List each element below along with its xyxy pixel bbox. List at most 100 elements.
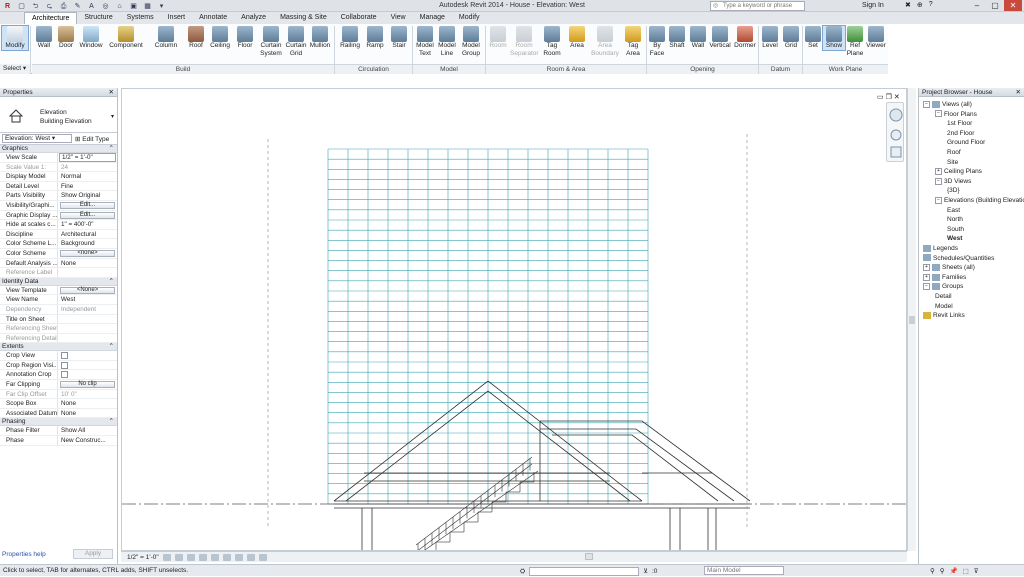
property-value[interactable] [58,361,117,370]
section-extents[interactable]: Extents ⌃ [0,343,117,352]
browser-node[interactable]: {3D} [947,186,960,195]
property-row[interactable]: Default Analysis ... None [0,258,117,269]
browser-node[interactable]: Site [947,158,958,167]
browser-node[interactable]: South [947,225,964,234]
property-value[interactable]: <None> [58,286,117,295]
browser-node[interactable]: + Families [923,273,966,282]
property-value[interactable]: New Construc... [58,436,117,445]
browser-node[interactable]: −3D Views [935,177,971,186]
expand-toggle-icon[interactable]: − [935,196,942,204]
vertical-scrollbar[interactable] [907,88,916,551]
browser-node[interactable]: 1st Floor [947,119,972,128]
show-crop-icon[interactable] [222,553,231,561]
properties-help-link[interactable]: Properties help [2,551,46,558]
property-value[interactable]: <none> [58,249,117,258]
visual-style-icon[interactable] [174,553,183,561]
shaft-button[interactable]: Shaft [667,26,687,50]
property-checkbox[interactable] [61,352,68,360]
property-row[interactable]: View Template <None> [0,285,117,296]
property-value[interactable]: Normal [58,172,117,181]
design-option-field[interactable]: Main Model [704,566,784,575]
section-phasing[interactable]: Phasing ⌃ [0,418,117,427]
level-button[interactable]: Level [760,26,780,50]
browser-node[interactable]: Ground Floor [947,138,985,147]
property-row[interactable]: Detail Level Fine [0,181,117,192]
select-pinned-icon[interactable]: 📌 [950,566,958,577]
analytical-model-icon[interactable] [258,553,267,561]
by-face-button[interactable]: By Face [648,26,666,58]
exchange-icon[interactable]: ✖ [905,1,911,9]
close-button[interactable]: ✕ [1004,0,1022,11]
tab-insert[interactable]: Insert [161,12,193,24]
expand-toggle-icon[interactable]: − [923,283,930,291]
property-row[interactable]: Phase New Construc... [0,436,117,446]
property-value[interactable]: Show Original [58,191,117,200]
tab-analyze[interactable]: Analyze [234,12,273,24]
model-line-button[interactable]: Model Line [436,26,458,58]
property-edit-button[interactable]: Edit... [60,201,115,209]
tab-modify[interactable]: Modify [452,12,487,24]
property-checkbox[interactable] [61,371,68,379]
property-value[interactable] [58,324,117,333]
browser-node[interactable]: Model [935,302,953,311]
property-row[interactable]: Hide at scales c... 1" = 400'-0" [0,220,117,230]
grid-button[interactable]: Grid [781,26,801,50]
close-icon[interactable]: ✕ [109,88,114,97]
property-value[interactable]: 10' 0" [58,390,117,399]
property-row[interactable]: Title on Sheet [0,314,117,325]
horizontal-scrollbar[interactable] [585,553,593,560]
workset-field[interactable] [529,567,640,576]
property-row[interactable]: Annotation Crop [0,370,117,381]
property-value[interactable] [58,268,117,277]
property-row[interactable]: Display Model Normal [0,172,117,182]
area-button[interactable]: Area [566,26,588,50]
property-checkbox[interactable] [61,361,68,369]
property-row[interactable]: Far Clip Offset 10' 0" [0,389,117,400]
section-graphics[interactable]: Graphics ⌃ [0,145,117,153]
column-button[interactable]: Column [152,26,180,50]
mullion-button[interactable]: Mullion [308,26,332,50]
property-row[interactable]: Scale Value 1: 24 [0,162,117,173]
property-row[interactable]: Crop View [0,351,117,361]
drawing-area[interactable] [121,88,907,551]
browser-node[interactable]: 2nd Floor [947,129,974,138]
property-edit-button[interactable]: No clip [60,381,115,389]
property-row[interactable]: View Name West [0,295,117,305]
property-row[interactable]: Far Clipping No clip [0,380,117,390]
shadows-icon[interactable] [198,553,207,561]
minimize-view-button[interactable]: ▭ [877,93,884,101]
tab-massing-site[interactable]: Massing & Site [273,12,334,24]
close-view-button[interactable]: ✕ [894,93,900,101]
property-value[interactable] [58,370,117,379]
property-edit-button[interactable]: <None> [60,286,115,294]
search-input[interactable]: ◎ Type a keyword or phrase [710,1,805,11]
property-row[interactable]: Associated Datum None [0,408,117,419]
expand-toggle-icon[interactable]: − [935,177,942,185]
apply-button[interactable]: Apply [73,549,113,559]
browser-node[interactable]: − Elevations (Building Elevation) [935,196,1024,205]
ramp-button[interactable]: Ramp [364,26,386,50]
model-text-button[interactable]: Model Text [414,26,436,58]
property-value[interactable]: None [58,259,117,268]
roof-button[interactable]: Roof [186,26,206,50]
browser-node[interactable]: + Ceiling Plans [935,167,982,176]
view-scale[interactable]: 1/2" = 1'-0" [127,554,159,561]
property-edit-button[interactable]: <none> [60,249,115,257]
property-value[interactable]: Fine [58,182,117,191]
minimize-button[interactable]: – [968,0,986,11]
opening-wall-button[interactable]: Wall [688,26,708,50]
property-value[interactable] [58,315,117,324]
property-row[interactable]: Graphic Display ... Edit... [0,210,117,221]
tab-systems[interactable]: Systems [120,12,161,24]
property-row[interactable]: Referencing Sheet [0,324,117,334]
browser-node[interactable]: − Views (all) [923,100,972,109]
browser-node[interactable]: − Groups [923,282,963,291]
floor-button[interactable]: Floor [234,26,256,50]
expand-toggle-icon[interactable]: − [935,110,942,118]
property-row[interactable]: Visibility/Graphi... Edit... [0,200,117,211]
tag-room-button[interactable]: Tag Room [540,26,564,58]
navigation-bar[interactable] [886,102,904,162]
tab-collaborate[interactable]: Collaborate [334,12,384,24]
reveal-hidden-icon[interactable] [246,553,255,561]
worksets-icon[interactable]: ⛭ [520,566,525,577]
